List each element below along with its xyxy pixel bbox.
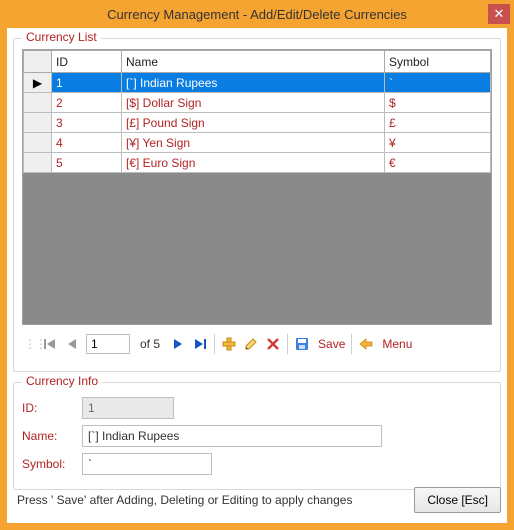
cell-name[interactable]: [€] Euro Sign (122, 153, 385, 173)
table-row[interactable]: ▶1[`] Indian Rupees` (24, 73, 491, 93)
grid-header-name[interactable]: Name (122, 51, 385, 73)
cell-id[interactable]: 2 (52, 93, 122, 113)
cell-symbol[interactable]: £ (385, 113, 491, 133)
cell-symbol[interactable]: ` (385, 73, 491, 93)
nav-last-button[interactable] (192, 336, 208, 352)
edit-icon[interactable] (243, 336, 259, 352)
name-field[interactable] (82, 425, 382, 447)
save-button[interactable]: Save (318, 337, 345, 351)
delete-icon[interactable] (265, 336, 281, 352)
close-button[interactable]: Close [Esc] (414, 487, 501, 513)
name-label: Name: (22, 429, 82, 443)
cell-id[interactable]: 5 (52, 153, 122, 173)
window-title: Currency Management - Add/Edit/Delete Cu… (107, 7, 407, 22)
cell-id[interactable]: 1 (52, 73, 122, 93)
nav-first-button[interactable] (42, 336, 58, 352)
nav-position-input[interactable] (86, 334, 130, 354)
symbol-label: Symbol: (22, 457, 82, 471)
cell-name[interactable]: [£] Pound Sign (122, 113, 385, 133)
cell-id[interactable]: 4 (52, 133, 122, 153)
cell-id[interactable]: 3 (52, 113, 122, 133)
navigator-toolbar: ⋮⋮ of 5 (22, 331, 492, 357)
row-indicator[interactable] (24, 153, 52, 173)
cell-name[interactable]: [$] Dollar Sign (122, 93, 385, 113)
row-indicator[interactable] (24, 133, 52, 153)
currency-info-legend: Currency Info (22, 374, 102, 388)
grid-header-row-selector (24, 51, 52, 73)
symbol-field[interactable] (82, 453, 212, 475)
grid-header-id[interactable]: ID (52, 51, 122, 73)
cell-name[interactable]: [`] Indian Rupees (122, 73, 385, 93)
menu-back-icon[interactable] (358, 336, 374, 352)
client-area: Currency List ID Name Symbol ▶1[`] India… (7, 28, 507, 523)
table-row[interactable]: 5[€] Euro Sign€ (24, 153, 491, 173)
id-field (82, 397, 174, 419)
add-icon[interactable] (221, 336, 237, 352)
row-indicator[interactable]: ▶ (24, 73, 52, 93)
currency-info-group: Currency Info ID: Name: Symbol: (13, 382, 501, 490)
row-indicator[interactable] (24, 93, 52, 113)
footer-hint: Press ' Save' after Adding, Deleting or … (13, 493, 352, 507)
grid-header-symbol[interactable]: Symbol (385, 51, 491, 73)
toolbar-grip-icon: ⋮⋮ (24, 337, 36, 351)
save-icon[interactable] (294, 336, 310, 352)
close-icon[interactable]: ✕ (488, 4, 510, 24)
nav-prev-button[interactable] (64, 336, 80, 352)
currency-list-group: Currency List ID Name Symbol ▶1[`] India… (13, 38, 501, 372)
cell-symbol[interactable]: $ (385, 93, 491, 113)
table-row[interactable]: 4[¥] Yen Sign¥ (24, 133, 491, 153)
cell-symbol[interactable]: € (385, 153, 491, 173)
nav-of-text: of 5 (140, 337, 160, 351)
currency-grid[interactable]: ID Name Symbol ▶1[`] Indian Rupees`2[$] … (22, 49, 492, 325)
row-indicator[interactable] (24, 113, 52, 133)
table-row[interactable]: 3[£] Pound Sign£ (24, 113, 491, 133)
titlebar: Currency Management - Add/Edit/Delete Cu… (0, 0, 514, 28)
id-label: ID: (22, 401, 82, 415)
cell-symbol[interactable]: ¥ (385, 133, 491, 153)
table-row[interactable]: 2[$] Dollar Sign$ (24, 93, 491, 113)
nav-next-button[interactable] (170, 336, 186, 352)
cell-name[interactable]: [¥] Yen Sign (122, 133, 385, 153)
currency-list-legend: Currency List (22, 30, 101, 44)
footer: Press ' Save' after Adding, Deleting or … (13, 483, 501, 517)
menu-button[interactable]: Menu (382, 337, 412, 351)
